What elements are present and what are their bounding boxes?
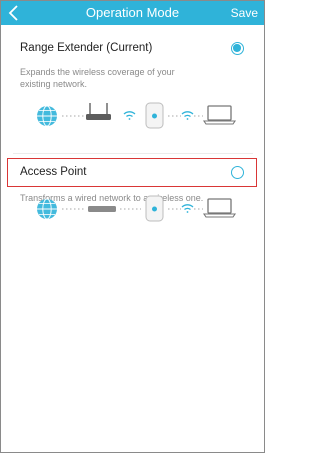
divider	[13, 153, 253, 154]
range-extender-icon	[145, 102, 164, 129]
option-range-extender[interactable]: Range Extender (Current)	[1, 39, 264, 59]
globe-icon	[37, 198, 57, 220]
laptop-icon	[202, 105, 237, 125]
access-point-diagram	[37, 195, 237, 222]
wifi-icon	[181, 204, 194, 213]
option-access-point-label: Access Point	[20, 166, 87, 178]
option-range-extender-description: Expands the wireless coverage of your ex…	[20, 67, 175, 89]
option-access-point[interactable]: Access Point	[1, 161, 264, 183]
laptop-icon	[202, 198, 237, 218]
range-extender-icon	[145, 195, 164, 222]
range-extender-diagram	[37, 102, 237, 129]
save-button[interactable]: Save	[231, 4, 258, 22]
modem-icon	[88, 206, 116, 212]
globe-icon	[37, 105, 57, 127]
wifi-icon	[123, 111, 136, 120]
wifi-icon	[181, 111, 194, 120]
page-title: Operation Mode	[85, 5, 180, 20]
option-range-extender-label: Range Extender (Current)	[20, 42, 153, 54]
radio-access-point[interactable]	[231, 166, 244, 179]
header-bar: Operation Mode Save	[1, 1, 264, 25]
router-icon	[86, 103, 111, 120]
radio-range-extender[interactable]	[231, 42, 244, 55]
